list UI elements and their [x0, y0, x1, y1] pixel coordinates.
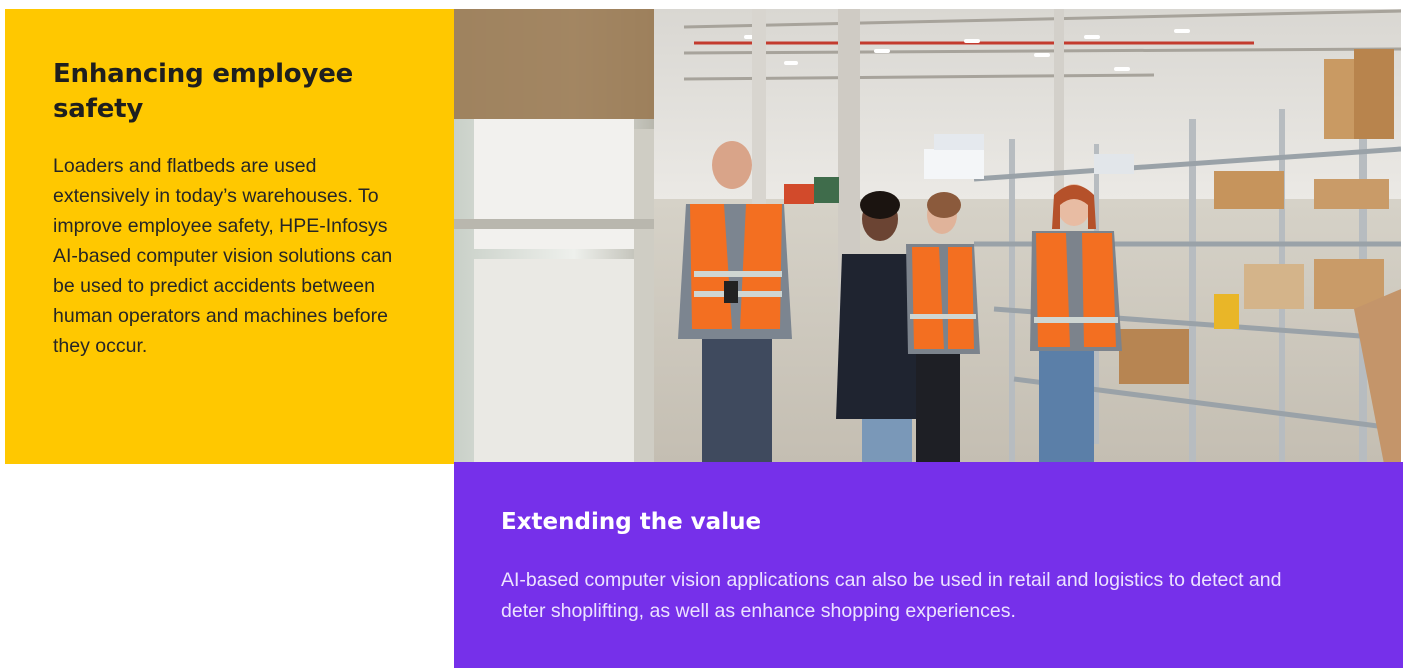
value-card: Extending the value AI-based computer vi… — [454, 462, 1403, 668]
warehouse-workers-photo — [454, 9, 1401, 464]
value-card-body: AI-based computer vision applications ca… — [501, 569, 1282, 622]
safety-card: Enhancing employee safety Loaders and fl… — [5, 9, 454, 464]
safety-card-title: Enhancing employee safety — [53, 59, 354, 124]
safety-card-body: Loaders and flatbeds are used extensivel… — [53, 155, 393, 357]
value-card-title: Extending the value — [501, 509, 762, 535]
